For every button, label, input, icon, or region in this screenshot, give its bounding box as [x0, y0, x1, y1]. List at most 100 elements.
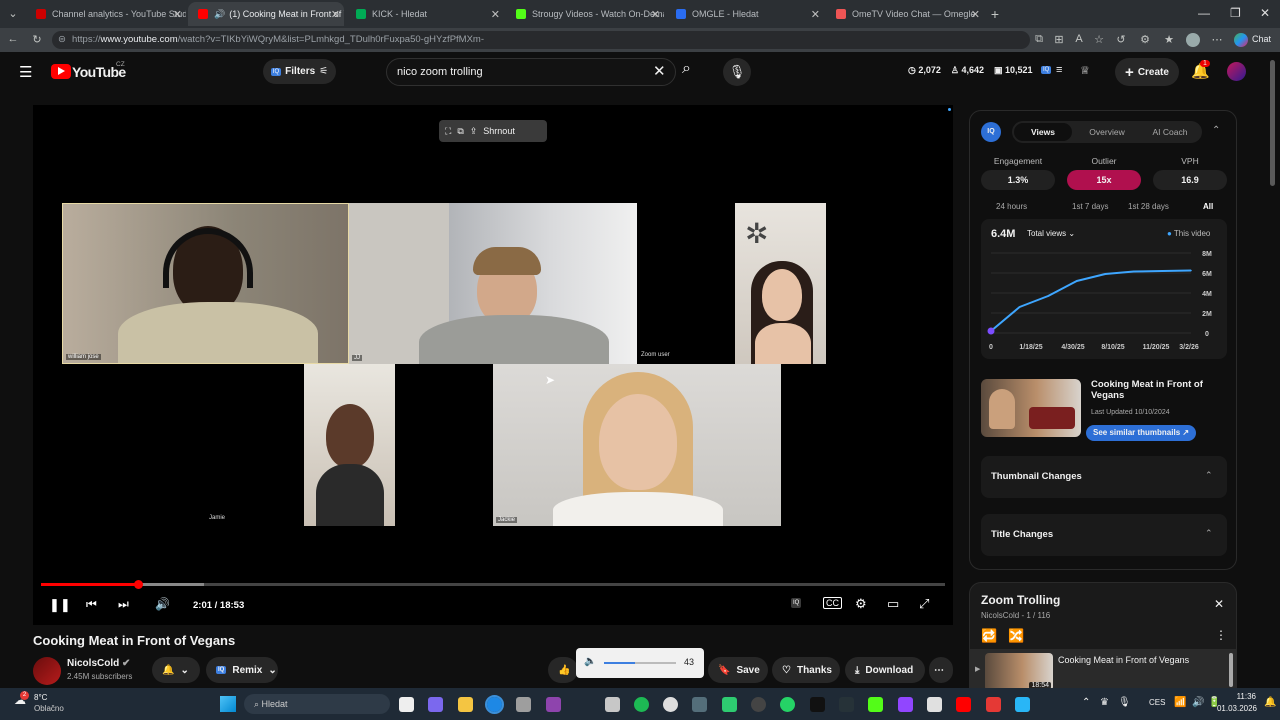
app-icon-4[interactable] — [927, 697, 942, 712]
channel-avatar[interactable] — [33, 657, 61, 685]
language-indicator[interactable]: CES — [1149, 698, 1165, 707]
onenote-icon[interactable] — [546, 697, 561, 712]
close-tab-icon[interactable]: ✕ — [971, 8, 980, 21]
screenshot-icon[interactable]: ⛶ — [445, 126, 451, 137]
expand-icon[interactable]: ⌃ — [1205, 470, 1213, 481]
voice-search-icon[interactable]: 🎙 — [723, 58, 751, 86]
tab-channel-analytics[interactable]: Channel analytics - YouTube Studio ✕ — [26, 2, 186, 26]
profile-avatar[interactable] — [1186, 33, 1200, 47]
back-icon[interactable]: ← — [6, 33, 20, 45]
wifi-icon[interactable]: 📶 — [1174, 697, 1186, 708]
captions-icon[interactable]: CC — [823, 597, 842, 609]
close-tab-icon[interactable]: ✕ — [331, 8, 340, 21]
steam-icon[interactable] — [692, 697, 707, 712]
theater-mode-icon[interactable]: ▭ — [887, 596, 899, 612]
save-button[interactable]: 🔖 Save — [708, 657, 768, 683]
close-tab-icon[interactable]: ✕ — [173, 8, 182, 21]
tab-strougy[interactable]: Strougy Videos - Watch On-Dema ✕ — [506, 2, 664, 26]
channel-name[interactable]: NicolsCold — [67, 658, 119, 669]
close-tab-icon[interactable]: ✕ — [491, 8, 500, 21]
more-menu-icon[interactable]: ⋯ — [1210, 33, 1224, 46]
pip-icon[interactable]: ⧉ — [457, 126, 463, 137]
download-button[interactable]: ⤓ Download — [845, 657, 925, 683]
more-actions-button[interactable]: ⋯ — [929, 657, 953, 683]
hamburger-menu-icon[interactable]: ☰ — [19, 63, 32, 81]
range-28d[interactable]: 1st 28 days — [1128, 202, 1169, 211]
app-icon[interactable] — [722, 697, 737, 712]
youtube-logo-icon[interactable] — [51, 64, 71, 79]
download-app-icon[interactable] — [986, 697, 1001, 712]
tray-icon-1[interactable]: ♛ — [1100, 697, 1109, 708]
file-explorer-icon[interactable] — [458, 697, 473, 712]
tab-kick[interactable]: KICK - Hledat ✕ — [346, 2, 504, 26]
clock-time[interactable]: 11:36 — [1232, 692, 1256, 701]
tab-omgle[interactable]: OMGLE - Hledat ✕ — [666, 2, 824, 26]
range-24h[interactable]: 24 hours — [996, 202, 1027, 211]
tab-views[interactable]: Views — [1014, 123, 1072, 141]
restore-icon[interactable]: ❐ — [1230, 6, 1241, 20]
thanks-button[interactable]: ♡ Thanks — [772, 657, 840, 683]
playlist-more-icon[interactable]: ⋮ — [1215, 628, 1227, 642]
trophy-icon[interactable]: ♕ — [1080, 64, 1090, 77]
close-tab-icon[interactable]: ✕ — [811, 8, 820, 21]
calculator-icon[interactable] — [516, 697, 531, 712]
previous-icon[interactable]: ⏮ — [86, 597, 97, 612]
summary-icon[interactable]: ⇪ — [470, 126, 478, 137]
tab-list-icon[interactable]: ⌄ — [6, 7, 20, 20]
pause-icon[interactable]: ❚❚ — [49, 597, 71, 613]
teams-icon[interactable] — [428, 697, 443, 712]
app-icon-2[interactable] — [751, 697, 766, 712]
next-icon[interactable]: ⏭ — [118, 597, 129, 612]
create-button[interactable]: + Create — [1115, 58, 1179, 86]
windows-start-icon[interactable] — [220, 696, 236, 712]
chat-label[interactable]: Chat — [1252, 34, 1271, 44]
app-icon-5[interactable] — [1015, 697, 1030, 712]
account-avatar[interactable] — [1227, 62, 1246, 81]
new-tab-icon[interactable]: + — [988, 6, 1002, 22]
app-icon-3[interactable] — [839, 697, 854, 712]
extensions-icon[interactable]: ⚙ — [1138, 33, 1152, 46]
progress-track[interactable] — [41, 580, 945, 589]
notification-center-icon[interactable]: 🔔 — [1264, 697, 1276, 708]
like-button[interactable]: 👍 — [548, 657, 578, 683]
filters-button[interactable]: IQ Filters ⚟ — [263, 59, 336, 84]
collapse-icon[interactable]: ⌃ — [1212, 125, 1220, 136]
mic-icon[interactable]: 🎙 — [1118, 697, 1131, 708]
metric-select[interactable]: Total views ⌄ — [1027, 229, 1075, 238]
copilot-icon[interactable] — [1234, 33, 1248, 47]
spotify-icon[interactable] — [634, 697, 649, 712]
reload-icon[interactable]: ↻ — [30, 33, 44, 46]
translate-icon[interactable]: ⧉ — [1032, 33, 1046, 46]
remix-button[interactable]: IQ Remix ⌄ — [206, 657, 278, 683]
related-thumbnail[interactable] — [981, 379, 1081, 437]
tab-ai-coach[interactable]: AI Coach — [1140, 123, 1200, 141]
favorites-bar-icon[interactable]: ★ — [1162, 33, 1176, 46]
tiktok-icon[interactable] — [810, 697, 825, 712]
iq-player-icon[interactable]: IQ — [791, 598, 802, 608]
minimize-icon[interactable]: — — [1198, 6, 1210, 20]
speaker-tray-icon[interactable]: 🔊 — [1192, 697, 1204, 708]
zoom-share-toolbar[interactable]: ⛶ ⧉ ⇪ Shrnout — [439, 120, 547, 142]
favorite-icon[interactable]: ☆ — [1092, 33, 1106, 46]
youtube-app-icon[interactable] — [956, 697, 971, 712]
settings-icon[interactable]: ⚙ — [855, 596, 867, 612]
page-scrollbar[interactable] — [1270, 60, 1275, 186]
video-player[interactable]: ⛶ ⧉ ⇪ Shrnout william jose JJ Zoom user … — [33, 105, 953, 625]
close-playlist-icon[interactable]: ✕ — [1214, 597, 1224, 611]
see-similar-button[interactable]: See similar thumbnails ↗ — [1086, 425, 1197, 441]
loop-icon[interactable]: 🔁 — [981, 628, 997, 644]
close-window-icon[interactable]: ✕ — [1260, 6, 1270, 20]
obs-icon[interactable] — [663, 697, 678, 712]
kick-app-icon[interactable] — [868, 697, 883, 712]
search-input[interactable]: nico zoom trolling — [386, 58, 676, 86]
close-tab-icon[interactable]: ✕ — [651, 8, 660, 21]
taskbar-search[interactable]: ⌕ Hledat — [244, 694, 390, 714]
playlist-item[interactable]: ▶ 18:54 Cooking Meat in Front of Vegans — [970, 649, 1236, 691]
url-field[interactable]: ⊜ https://www.youtube.com/watch?v=TIKbYi… — [52, 31, 1030, 49]
refresh-ext-icon[interactable]: ↺ — [1114, 33, 1128, 46]
list-icon[interactable]: ≡ — [1056, 64, 1062, 76]
subscribed-bell-button[interactable]: 🔔 ⌄ — [152, 657, 200, 683]
speaker-icon[interactable]: 🔊 — [214, 9, 225, 20]
whatsapp-icon[interactable] — [780, 697, 795, 712]
summary-label[interactable]: Shrnout — [483, 126, 515, 136]
